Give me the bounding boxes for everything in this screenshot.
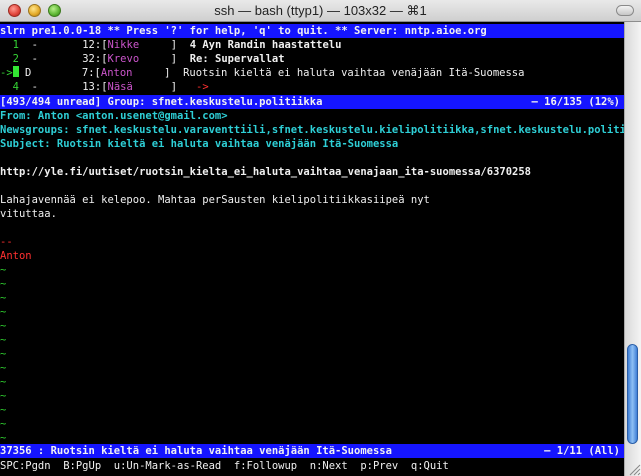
thread-count: 7: — [81, 67, 95, 79]
scrollbar-thumb[interactable] — [627, 344, 638, 444]
empty-line-tilde: ~ — [0, 348, 7, 360]
empty-line-tilde: ~ — [0, 292, 7, 304]
thread-count: 32: — [82, 53, 102, 65]
thread-row-4[interactable]: 4 - 13:[Näsä ] -> — [0, 80, 209, 94]
thread-row-1[interactable]: 1 - 12:[Nikke ] 4 Ayn Randin haastattelu — [0, 38, 342, 52]
thread-author: Nikke — [107, 39, 140, 51]
article-status-bar: 37356 : Ruotsin kieltä ei haluta vaihtaa… — [0, 444, 624, 458]
article-from: From: Anton <anton.usenet@gmail.com> — [0, 110, 228, 122]
help-line: SPC:Pgdn B:PgUp u:Un-Mark-as-Read f:Foll… — [0, 460, 449, 472]
toolbar-toggle-button[interactable] — [616, 5, 634, 16]
empty-line-tilde: ~ — [0, 418, 7, 430]
thread-count: 13: — [82, 81, 102, 93]
empty-line-tilde: ~ — [0, 404, 7, 416]
window-titlebar: ssh — bash (ttyp1) — 103x32 — ⌘1 — [0, 0, 641, 22]
thread-subject: Ruotsin kieltä ei haluta vaihtaa venäjää… — [183, 67, 525, 79]
article-status-right: — 1/11 (All) — [544, 445, 620, 457]
signature-separator: -- — [0, 236, 13, 248]
article-newsgroups: Newsgroups: sfnet.keskustelu.varaventtii… — [0, 124, 641, 136]
article-body-line: vituttaa. — [0, 208, 57, 220]
signature-name: Anton — [0, 250, 32, 262]
empty-line-tilde: ~ — [0, 320, 7, 332]
article-subject: Subject: Ruotsin kieltä ei haluta vaihta… — [0, 138, 399, 150]
empty-line-tilde: ~ — [0, 362, 7, 374]
vertical-scrollbar[interactable] — [624, 22, 641, 476]
thread-count: 12: — [82, 39, 102, 51]
article-url[interactable]: http://yle.fi/uutiset/ruotsin_kielta_ei_… — [0, 165, 531, 179]
group-status-left: [493/494 unread] Group: sfnet.keskustelu… — [0, 96, 323, 108]
empty-line-tilde: ~ — [0, 264, 7, 276]
empty-line-tilde: ~ — [0, 390, 7, 402]
group-status-right: — 16/135 (12%) — [531, 96, 620, 108]
thread-subject: -> — [196, 81, 209, 93]
thread-subject: Re: Supervallat — [189, 53, 285, 65]
resize-grip-icon[interactable] — [626, 461, 641, 476]
article-body-line: Lahajavennää ei kelepoo. Mahtaa perSaust… — [0, 194, 430, 206]
window-title: ssh — bash (ttyp1) — 103x32 — ⌘1 — [214, 3, 427, 18]
thread-author: Anton — [100, 67, 133, 79]
thread-subject: 4 Ayn Randin haastattelu — [189, 39, 342, 51]
thread-row-3-selected[interactable]: -> D 7:[Anton ] Ruotsin kieltä ei haluta… — [0, 66, 524, 80]
empty-line-tilde: ~ — [0, 432, 7, 444]
empty-line-tilde: ~ — [0, 376, 7, 388]
thread-author: Näsä — [107, 81, 133, 93]
empty-line-tilde: ~ — [0, 334, 7, 346]
group-status-bar: [493/494 unread] Group: sfnet.keskustelu… — [0, 95, 624, 109]
thread-author: Krevo — [107, 53, 140, 65]
empty-line-tilde: ~ — [0, 278, 7, 290]
terminal-area[interactable]: slrn pre1.0.0-18 ** Press '?' for help, … — [0, 22, 641, 476]
article-status-left: 37356 : Ruotsin kieltä ei haluta vaihtaa… — [0, 445, 392, 457]
thread-row-2[interactable]: 2 - 32:[Krevo ] Re: Supervallat — [0, 52, 285, 66]
empty-line-tilde: ~ — [0, 306, 7, 318]
header-bar: slrn pre1.0.0-18 ** Press '?' for help, … — [0, 24, 624, 38]
